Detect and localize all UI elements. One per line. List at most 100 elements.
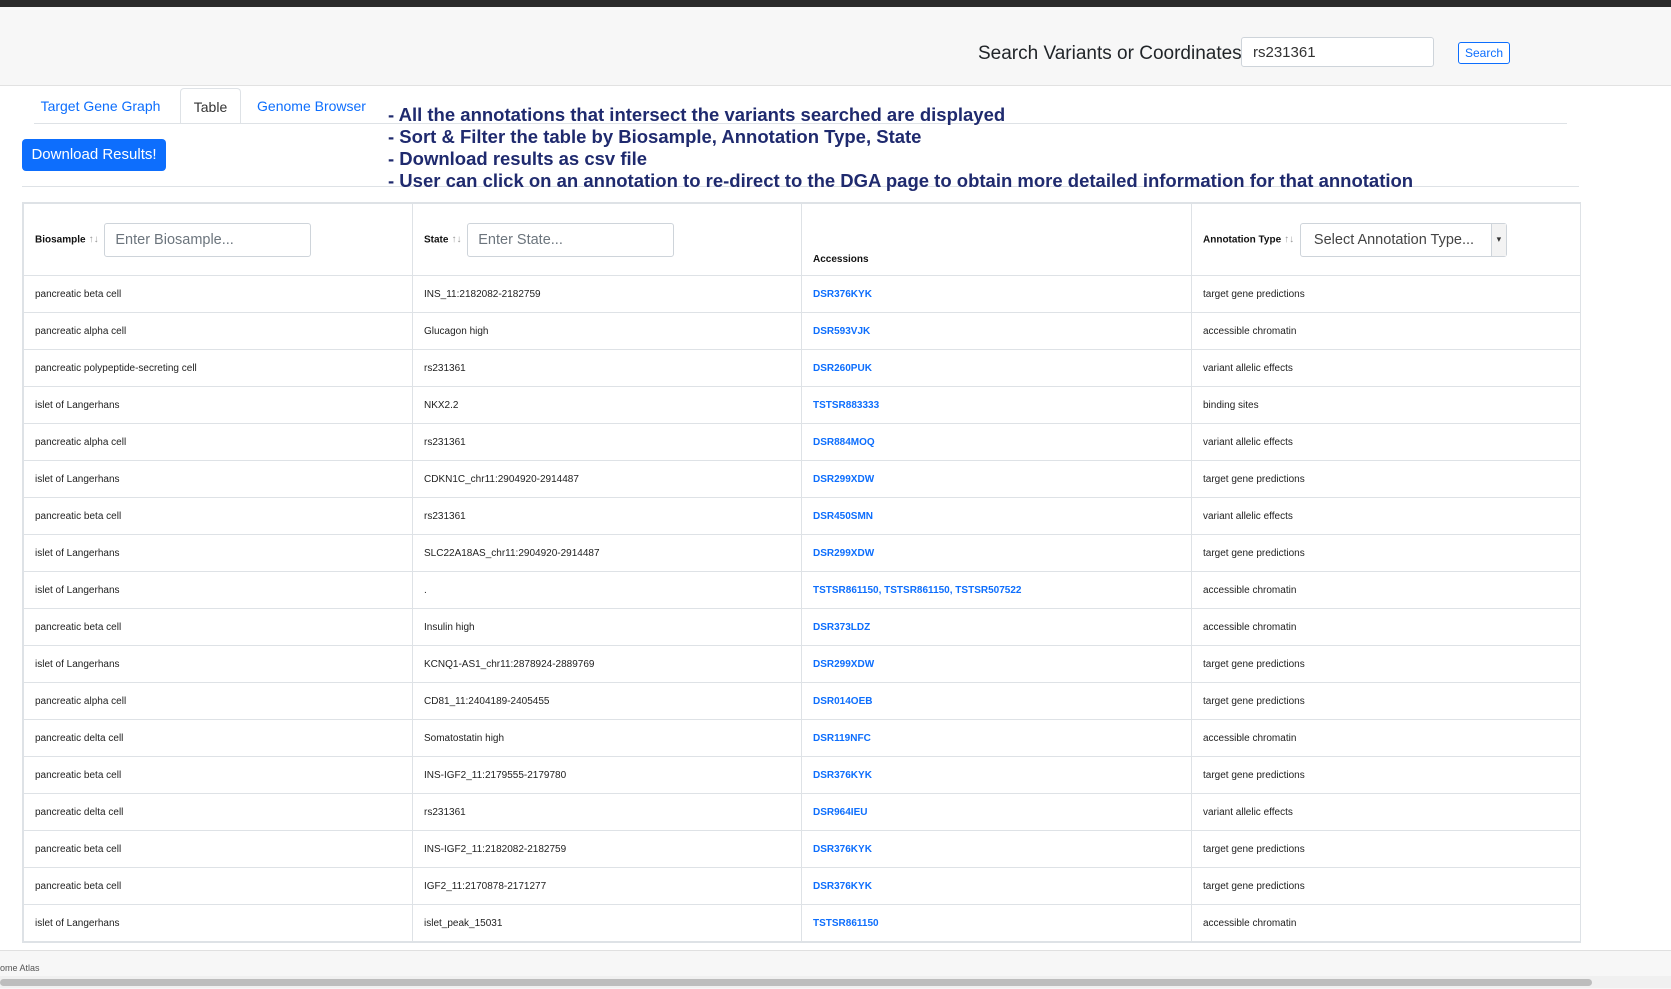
note-line: - Sort & Filter the table by Biosample, … xyxy=(388,126,922,147)
state-cell: Insulin high xyxy=(412,608,802,646)
accession-link[interactable]: DSR299XDW xyxy=(801,460,1192,498)
accession-link[interactable]: DSR299XDW xyxy=(801,645,1192,683)
column-header-biosample: Biosample ↑↓ Enter Biosample... xyxy=(23,203,413,276)
annotation-type-cell: target gene predictions xyxy=(1191,867,1581,905)
annotation-notes: - All the annotations that intersect the… xyxy=(388,104,1413,192)
annotation-type-cell: accessible chromatin xyxy=(1191,312,1581,350)
biosample-cell: pancreatic polypeptide-secreting cell xyxy=(23,349,413,387)
search-label: Search Variants or Coordinates xyxy=(978,43,1242,64)
biosample-cell: pancreatic beta cell xyxy=(23,275,413,313)
biosample-header-label[interactable]: Biosample xyxy=(35,234,86,245)
annotation-type-cell: variant allelic effects xyxy=(1191,793,1581,831)
state-cell: IGF2_11:2170878-2171277 xyxy=(412,867,802,905)
table-row: pancreatic beta cell rs231361 DSR450SMN var… xyxy=(23,497,1581,535)
table-row: islet of Langerhans islet_peak_15031 TSTSR… xyxy=(23,904,1581,942)
annotation-type-header-label[interactable]: Annotation Type xyxy=(1203,234,1281,245)
download-results-button[interactable]: Download Results! xyxy=(22,139,166,171)
biosample-cell: islet of Langerhans xyxy=(23,460,413,498)
accession-link[interactable]: DSR299XDW xyxy=(801,534,1192,572)
accession-link[interactable]: DSR260PUK xyxy=(801,349,1192,387)
sort-arrows-icon[interactable]: ↑↓ xyxy=(451,234,461,245)
annotation-type-cell: target gene predictions xyxy=(1191,460,1581,498)
annotation-type-cell: target gene predictions xyxy=(1191,756,1581,794)
search-button[interactable]: Search xyxy=(1458,42,1510,64)
horizontal-scrollbar-thumb[interactable] xyxy=(0,979,1592,986)
biosample-cell: pancreatic delta cell xyxy=(23,719,413,757)
caret-down-icon: ▾ xyxy=(1490,223,1506,256)
biosample-cell: pancreatic beta cell xyxy=(23,608,413,646)
biosample-cell: pancreatic beta cell xyxy=(23,830,413,868)
state-cell: rs231361 xyxy=(412,349,802,387)
sort-arrows-icon[interactable]: ↑↓ xyxy=(89,234,99,245)
accession-link[interactable]: DSR964IEU xyxy=(801,793,1192,831)
accession-link[interactable]: DSR376KYK xyxy=(801,756,1192,794)
table-row: pancreatic beta cell INS-IGF2_11:2179555-… xyxy=(23,756,1581,794)
state-cell: rs231361 xyxy=(412,423,802,461)
table-row: pancreatic delta cell Somatostatin high DS… xyxy=(23,719,1581,757)
state-cell: INS-IGF2_11:2179555-2179780 xyxy=(412,756,802,794)
accession-link[interactable]: DSR014OEB xyxy=(801,682,1192,720)
biosample-cell: islet of Langerhans xyxy=(23,904,413,942)
table-row: pancreatic polypeptide-secreting cell rs2… xyxy=(23,349,1581,387)
annotation-type-cell: variant allelic effects xyxy=(1191,349,1581,387)
accession-link[interactable]: DSR450SMN xyxy=(801,497,1192,535)
window-top-bar xyxy=(0,0,1671,7)
annotation-type-cell: target gene predictions xyxy=(1191,830,1581,868)
results-table: Biosample ↑↓ Enter Biosample... State ↑↓ E… xyxy=(22,202,1581,943)
table-row: islet of Langerhans CDKN1C_chr11:2904920-… xyxy=(23,460,1581,498)
state-cell: rs231361 xyxy=(412,793,802,831)
annotation-type-cell: accessible chromatin xyxy=(1191,904,1581,942)
annotation-type-cell: accessible chromatin xyxy=(1191,719,1581,757)
biosample-cell: pancreatic beta cell xyxy=(23,497,413,535)
state-cell: INS_11:2182082-2182759 xyxy=(412,275,802,313)
sort-arrows-icon[interactable]: ↑↓ xyxy=(1284,234,1294,245)
biosample-cell: pancreatic alpha cell xyxy=(23,423,413,461)
column-header-state: State ↑↓ Enter State... xyxy=(412,203,802,276)
accession-link[interactable]: DSR119NFC xyxy=(801,719,1192,757)
table-row: pancreatic alpha cell Glucagon high DSR593… xyxy=(23,312,1581,350)
table-row: pancreatic alpha cell CD81_11:2404189-240… xyxy=(23,682,1581,720)
accession-link[interactable]: DSR884MOQ xyxy=(801,423,1192,461)
state-cell: KCNQ1-AS1_chr11:2878924-2889769 xyxy=(412,645,802,683)
state-cell: . xyxy=(412,571,802,609)
table-row: pancreatic beta cell INS-IGF2_11:2182082-… xyxy=(23,830,1581,868)
table-row: islet of Langerhans. TSTSR861150, TSTSR86… xyxy=(23,571,1581,609)
column-header-annotation-type: Annotation Type ↑↓ Select Annotation Type… xyxy=(1191,203,1581,276)
tab-table[interactable]: Table xyxy=(180,88,241,124)
annotation-type-cell: accessible chromatin xyxy=(1191,571,1581,609)
tab-genome-browser[interactable]: Genome Browser xyxy=(244,88,379,124)
footer-text: ome Atlas xyxy=(0,963,40,973)
tab-target-gene-graph[interactable]: Target Gene Graph xyxy=(34,88,167,124)
column-header-accessions: Accessions xyxy=(801,203,1192,276)
table-row: pancreatic beta cell IGF2_11:2170878-2171… xyxy=(23,867,1581,905)
accession-link[interactable]: DSR376KYK xyxy=(801,830,1192,868)
state-filter-input[interactable]: Enter State... xyxy=(467,222,675,257)
accession-link[interactable]: TSTSR883333 xyxy=(801,386,1192,424)
accession-link[interactable]: DSR376KYK xyxy=(801,867,1192,905)
biosample-filter-input[interactable]: Enter Biosample... xyxy=(104,222,312,257)
accession-link[interactable]: TSTSR861150 xyxy=(801,904,1192,942)
table-row: pancreatic alpha cell rs231361 DSR884MOQ va… xyxy=(23,423,1581,461)
table-row: pancreatic beta cell Insulin high DSR373LD… xyxy=(23,608,1581,646)
search-input[interactable]: rs231361 xyxy=(1241,37,1434,67)
accession-link[interactable]: TSTSR861150, TSTSR861150, TSTSR507522 xyxy=(801,571,1192,609)
biosample-cell: islet of Langerhans xyxy=(23,386,413,424)
note-line: - All the annotations that intersect the… xyxy=(388,104,1006,125)
accession-link[interactable]: DSR373LDZ xyxy=(801,608,1192,646)
biosample-cell: islet of Langerhans xyxy=(23,534,413,572)
annotation-type-select-label: Select Annotation Type... xyxy=(1313,231,1475,248)
accession-link[interactable]: DSR376KYK xyxy=(801,275,1192,313)
annotation-type-cell: target gene predictions xyxy=(1191,645,1581,683)
state-header-label[interactable]: State xyxy=(424,234,448,245)
biosample-cell: pancreatic beta cell xyxy=(23,867,413,905)
table-row: islet of Langerhans KCNQ1-AS1_chr11:28789… xyxy=(23,645,1581,683)
table-row: pancreatic delta cell rs231361 DSR964IEU va… xyxy=(23,793,1581,831)
annotation-type-cell: target gene predictions xyxy=(1191,275,1581,313)
state-cell: islet_peak_15031 xyxy=(412,904,802,942)
note-line: - User can click on an annotation to re-… xyxy=(388,170,1414,191)
state-cell: CDKN1C_chr11:2904920-2914487 xyxy=(412,460,802,498)
biosample-cell: islet of Langerhans xyxy=(23,571,413,609)
annotation-type-select[interactable]: Select Annotation Type... ▾ xyxy=(1299,222,1507,257)
accession-link[interactable]: DSR593VJK xyxy=(801,312,1192,350)
state-cell: Glucagon high xyxy=(412,312,802,350)
